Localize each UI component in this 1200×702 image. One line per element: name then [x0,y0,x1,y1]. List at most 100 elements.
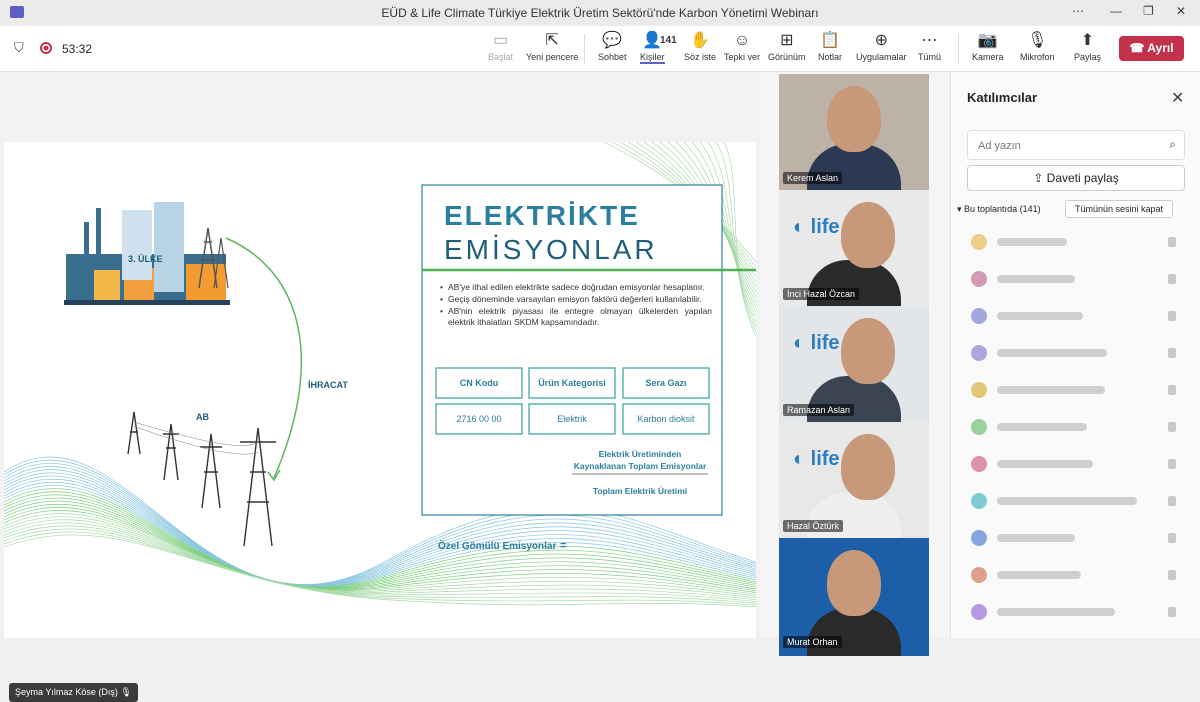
video-tile[interactable]: Kerem Aslan [779,74,929,192]
formula-denominator: Toplam Elektrik Üretimi [592,486,688,496]
presentation-slide: 3. ÜLKE İHRACAT AB ELEKTRİKTE EMİSYONLAR… [4,142,756,638]
participant-row[interactable] [971,343,1176,363]
export-label: İHRACAT [308,380,348,390]
maximize-icon[interactable]: ❐ [1143,4,1154,18]
eu-label: AB [196,412,209,422]
slide-title-line2: EMİSYONLAR [444,234,658,265]
toolbar-button-react[interactable]: ☺ Tepki ver [724,30,760,62]
shield-icon: ⛉ [14,40,24,55]
view-icon: ⊞ [780,32,794,49]
video-tile[interactable]: ◐ life Hazal Öztürk [779,422,929,540]
avatar [971,456,987,472]
toolbar-divider [958,34,959,64]
mic-icon [1168,570,1176,580]
toolbar-button-notes[interactable]: 📋 Notlar [818,30,842,62]
slide-bullet: • AB'ye ithal edilen elektrikte sadece do… [440,282,712,293]
toolbar-button-new-window[interactable]: ⇱ Yeni pencere [526,30,578,62]
blurred-name [997,571,1081,579]
avatar [971,604,987,620]
participant-row[interactable] [971,417,1176,437]
leave-button[interactable]: ☎ Ayrıl [1119,36,1184,61]
blurred-name [997,349,1107,357]
mic-off-icon: 🎙 [120,687,132,697]
avatar [971,345,987,361]
participant-name: Hazal Öztürk [783,520,844,532]
toolbar-button-mic-off[interactable]: 🎙 Mikrofon [1020,30,1055,62]
participant-face [827,86,881,152]
video-tiles-column: Kerem Aslan ◐ life İnci Hazal Özcan ◐ life R… [760,72,950,656]
share-icon: ⬆ [1080,32,1095,49]
minimize-icon[interactable]: — [1110,4,1122,18]
participant-row[interactable] [971,306,1176,326]
toolbar-label: Kişiler [640,52,665,62]
recording-icon [40,42,52,54]
decorative-wave [4,504,756,590]
formula-equals: = [560,540,567,552]
formula-left: Özel Gömülü Emisyonlar [438,541,557,552]
participant-row[interactable] [971,565,1176,585]
video-tile[interactable]: ◐ life Ramazan Aslan [779,306,929,424]
camera-off-icon: 📷 [977,32,998,49]
toolbar-button-camera-off[interactable]: 📷 Kamera [972,30,1004,62]
video-tile[interactable]: Murat Orhan [779,538,929,656]
mute-all-button[interactable]: Tümünün sesini kapat [1065,200,1173,218]
participant-row[interactable] [971,454,1176,474]
slide-graphics [4,142,756,608]
toolbar-button-chat[interactable]: 💬 Sohbet [598,30,627,62]
toolbar-label: Görünüm [768,52,806,62]
toolbar-label: Kamera [972,52,1004,62]
people-count: 141 [660,35,677,46]
search-input[interactable]: Ad yazın ⌕ [967,130,1185,160]
toolbar-button-share-screen[interactable]: ▭ Başlat [488,30,513,62]
formula-numerator: Elektrik Üretiminden Kaynaklanan Toplam … [573,449,707,471]
transmission-towers [127,411,276,547]
share-invite-button[interactable]: ⇪ Daveti paylaş [967,165,1185,191]
section-header[interactable]: ▾ Bu toplantıda (141) [957,204,1041,215]
toolbar-label: Uygulamalar [856,52,907,62]
participant-face [841,318,895,384]
life-logo: ◐ life [793,332,840,354]
slide-bullet: • AB'nin elektrik piyasası ile entegre ol… [440,306,712,328]
video-tile[interactable]: ◐ life İnci Hazal Özcan [779,190,929,308]
meeting-timer: 53:32 [62,42,93,56]
raise-hand-icon: ✋ [690,32,710,49]
mic-icon [1168,422,1176,432]
mic-off-icon: 🎙 [1027,32,1048,49]
close-icon[interactable]: ✕ [1171,88,1184,108]
toolbar-label: Tepki ver [724,52,761,62]
new-window-icon: ⇱ [545,32,559,49]
blurred-name [997,497,1137,505]
participant-row[interactable] [971,602,1176,622]
bullet-text: AB'ye ithal edilen elektrikte sadece doğ… [448,282,705,292]
decorative-wave [4,516,756,597]
toolbar-button-raise-hand[interactable]: ✋ Söz iste [684,30,716,62]
participant-name: Ramazan Aslan [783,404,855,416]
participants-panel: Katılımcılar ✕ Ad yazın ⌕ ⇪ Daveti paylaş… [950,72,1200,638]
mic-icon [1168,311,1176,321]
toolbar-button-people[interactable]: 👤 141 Kişiler [640,30,677,64]
participant-row[interactable] [971,528,1176,548]
toolbar-button-more[interactable]: ⋯ Tümü [918,30,941,62]
participant-row[interactable] [971,269,1176,289]
toolbar-button-view[interactable]: ⊞ Görünüm [768,30,806,62]
participant-row[interactable] [971,491,1176,511]
mic-icon [1168,496,1176,506]
mic-icon [1168,348,1176,358]
bullet-text: AB'nin elektrik piyasası ile entegre olm… [448,306,712,327]
participant-row[interactable] [971,380,1176,400]
more-icon: ⋯ [921,32,938,49]
participant-row[interactable] [971,232,1176,252]
avatar [971,271,987,287]
close-window-icon[interactable]: ✕ [1176,4,1186,18]
avatar [971,308,987,324]
country-label: 3. ÜLKE [128,254,163,264]
toolbar-label: Notlar [818,52,843,62]
toolbar-button-apps[interactable]: ⊕ Uygulamalar [856,30,907,62]
participant-name: İnci Hazal Özcan [783,288,860,300]
toolbar-button-share[interactable]: ⬆ Paylaş [1074,30,1101,62]
mic-icon [1168,274,1176,284]
table-header: Sera Gazı [645,378,687,388]
blurred-name [997,275,1075,283]
mic-icon [1168,385,1176,395]
window-more-icon[interactable]: ⋯ [1072,4,1084,18]
